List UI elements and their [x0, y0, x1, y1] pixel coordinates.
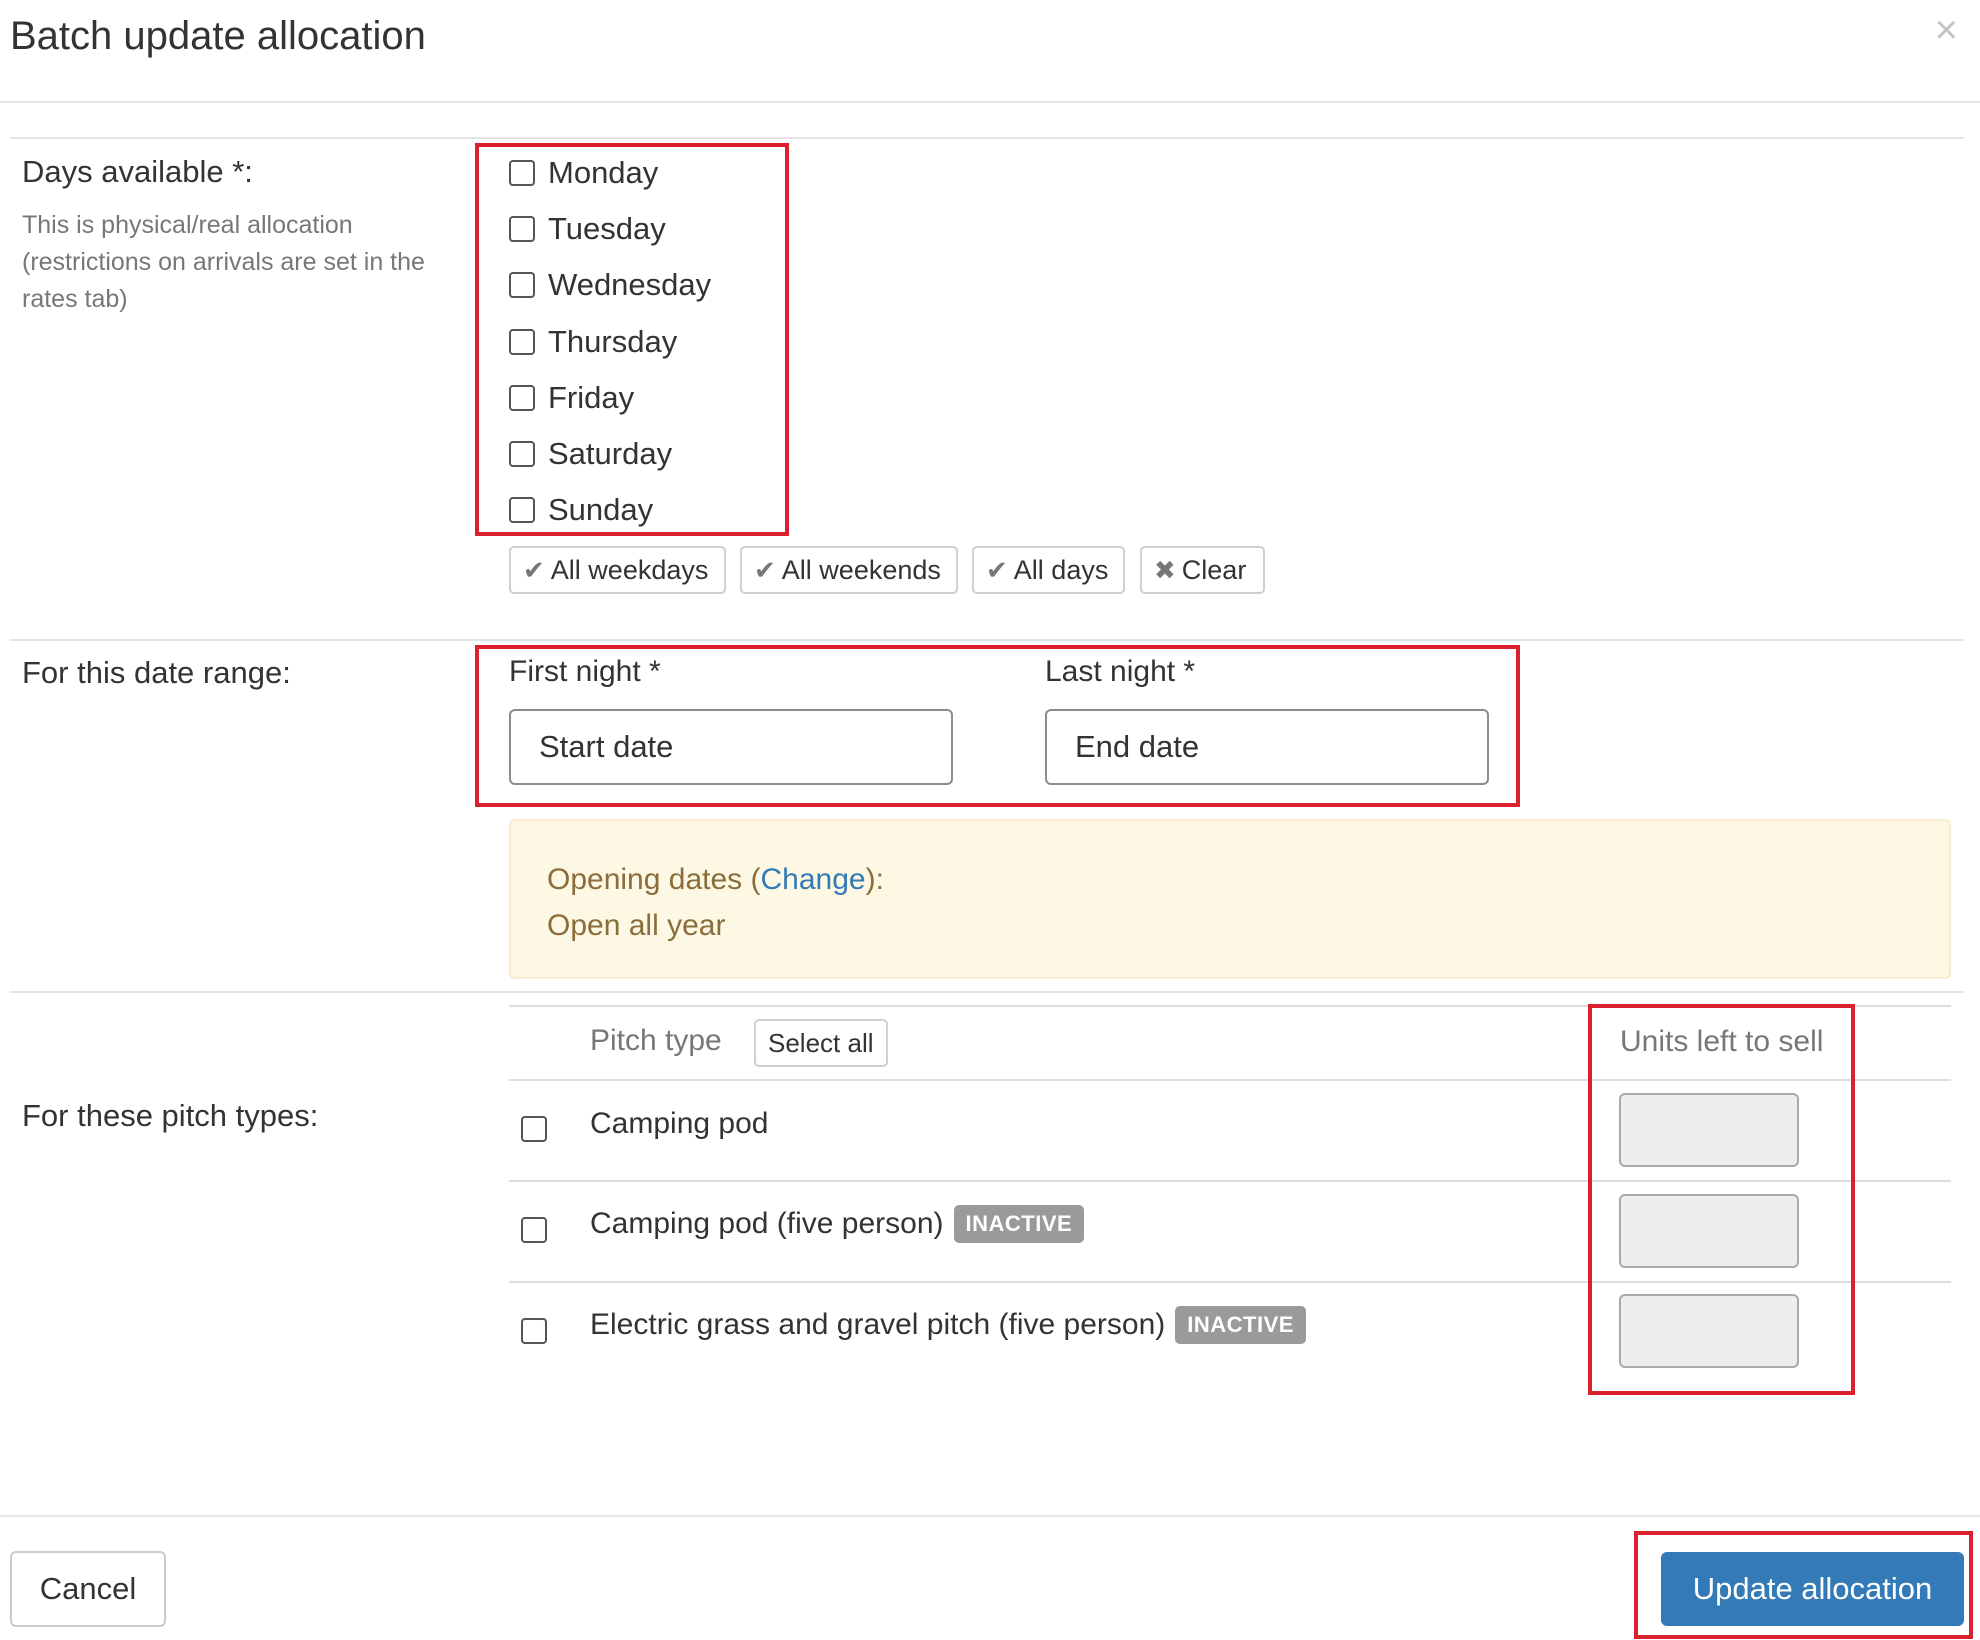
units-input-camping-pod[interactable] — [1619, 1093, 1799, 1167]
day-label: Saturday — [548, 436, 673, 471]
check-icon: ✔ — [754, 554, 776, 585]
clear-label: Clear — [1181, 554, 1247, 585]
day-label: Tuesday — [548, 211, 666, 246]
date-range-label: For this date range: — [22, 655, 291, 690]
clear-x-icon: ✖ — [1154, 554, 1176, 585]
day-wednesday[interactable]: Wednesday — [509, 265, 711, 305]
all-weekdays-button[interactable]: ✔ All weekdays — [509, 546, 726, 594]
clear-button[interactable]: ✖ Clear — [1140, 546, 1265, 594]
day-checkbox[interactable] — [509, 497, 535, 523]
modal-title: Batch update allocation — [10, 14, 426, 58]
change-link[interactable]: Change — [760, 863, 865, 896]
day-label: Thursday — [548, 324, 678, 359]
all-weekends-button[interactable]: ✔ All weekends — [740, 546, 958, 594]
pitch-type-header: Pitch type — [590, 1024, 722, 1057]
day-label: Wednesday — [548, 267, 712, 302]
day-label: Monday — [548, 155, 659, 190]
units-left-header: Units left to sell — [1620, 1025, 1824, 1058]
opening-dates-prefix: Opening dates ( — [547, 863, 761, 896]
table-row-border — [509, 1180, 1951, 1182]
day-tuesday[interactable]: Tuesday — [509, 209, 666, 249]
first-night-label: First night * — [509, 655, 661, 688]
opening-dates-alert: Opening dates (Change): Open all year — [509, 819, 1951, 979]
start-date-input[interactable] — [509, 709, 953, 785]
divider — [10, 137, 1964, 139]
table-row: Electric grass and gravel pitch (five pe… — [590, 1305, 1306, 1345]
footer-divider — [0, 1515, 1980, 1517]
pitch-checkbox-electric-grass[interactable] — [521, 1318, 547, 1344]
units-input-electric-grass[interactable] — [1619, 1294, 1799, 1368]
modal-header: Batch update allocation × — [0, 0, 1980, 103]
table-row-border — [509, 1079, 1951, 1081]
select-all-button[interactable]: Select all — [754, 1019, 888, 1067]
table-row: Camping pod — [590, 1106, 768, 1142]
day-checkbox[interactable] — [509, 216, 535, 242]
opening-dates-suffix: ): — [865, 863, 884, 896]
all-weekends-label: All weekends — [781, 554, 941, 585]
day-checkbox[interactable] — [509, 160, 535, 186]
day-thursday[interactable]: Thursday — [509, 322, 677, 362]
day-label: Sunday — [548, 492, 654, 527]
pitch-types-label: For these pitch types: — [22, 1098, 319, 1133]
divider — [10, 991, 1964, 993]
update-allocation-button[interactable]: Update allocation — [1661, 1552, 1964, 1626]
day-checkbox[interactable] — [509, 272, 535, 298]
pitch-checkbox-camping-pod-five[interactable] — [521, 1217, 547, 1243]
pitch-checkbox-camping-pod[interactable] — [521, 1116, 547, 1142]
days-help-text: This is physical/real allocation (restri… — [22, 211, 425, 313]
check-icon: ✔ — [986, 554, 1008, 585]
cancel-button[interactable]: Cancel — [10, 1551, 166, 1627]
divider — [10, 639, 1964, 641]
batch-update-modal: Batch update allocation × Days available… — [0, 0, 1980, 1640]
pitch-name: Electric grass and gravel pitch (five pe… — [590, 1308, 1166, 1341]
day-checkbox[interactable] — [509, 329, 535, 355]
day-checkbox[interactable] — [509, 385, 535, 411]
inactive-badge: INACTIVE — [1175, 1306, 1306, 1344]
day-saturday[interactable]: Saturday — [509, 434, 672, 474]
last-night-label: Last night * — [1045, 655, 1196, 688]
units-input-camping-pod-five[interactable] — [1619, 1194, 1799, 1268]
pitch-name: Camping pod (five person) — [590, 1207, 944, 1240]
day-sunday[interactable]: Sunday — [509, 490, 653, 530]
close-icon[interactable]: × — [1935, 10, 1958, 50]
table-row-border — [509, 1281, 1951, 1283]
check-icon: ✔ — [523, 554, 545, 585]
days-available-label: Days available *: — [22, 154, 253, 189]
all-weekdays-label: All weekdays — [550, 554, 709, 585]
pitch-name: Camping pod — [590, 1107, 769, 1140]
day-checkbox[interactable] — [509, 441, 535, 467]
inactive-badge: INACTIVE — [953, 1205, 1085, 1243]
table-row: Camping pod (five person) INACTIVE — [590, 1204, 1085, 1244]
day-monday[interactable]: Monday — [509, 153, 658, 193]
opening-dates-line: Opening dates (Change): — [547, 857, 1949, 903]
day-label: Friday — [548, 380, 635, 415]
opening-dates-value: Open all year — [547, 909, 726, 942]
day-friday[interactable]: Friday — [509, 378, 634, 418]
all-days-label: All days — [1013, 554, 1109, 585]
table-top-border — [509, 1005, 1951, 1007]
end-date-input[interactable] — [1045, 709, 1489, 785]
all-days-button[interactable]: ✔ All days — [972, 546, 1125, 594]
